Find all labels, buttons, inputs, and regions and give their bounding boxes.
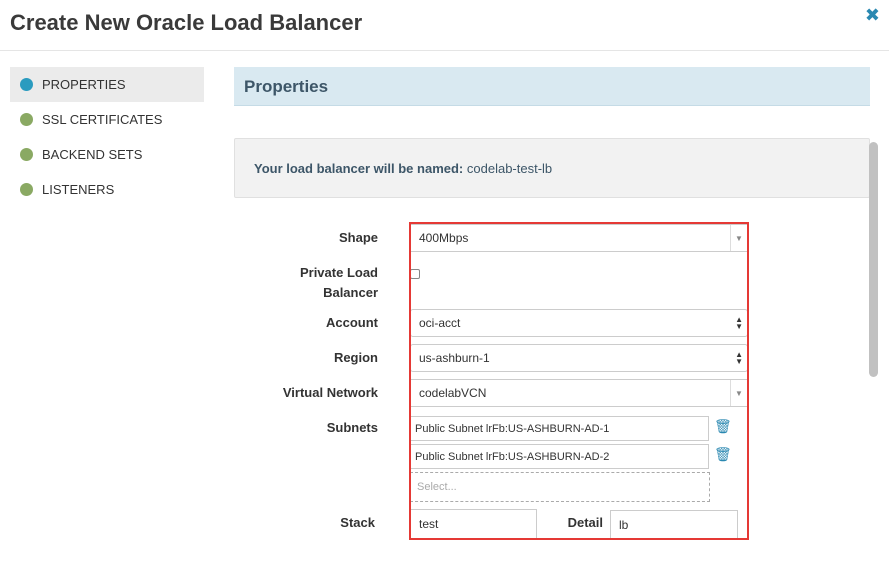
virtual-network-select[interactable]: codelabVCN ▼ [410,379,748,407]
detail-label: Detail [567,515,603,530]
updown-arrows-icon: ▲ ▼ [735,350,743,366]
nav-item-label: SSL CERTIFICATES [42,112,163,127]
private-lb-label-line2: Balancer [323,285,378,300]
load-balancer-name-info: Your load balancer will be named: codela… [234,138,870,198]
status-dot-icon [20,183,33,196]
close-icon[interactable]: ✖ [865,5,880,26]
nav-item-label: LISTENERS [42,182,115,197]
updown-arrows-icon: ▲ ▼ [735,315,743,331]
virtual-network-label: Virtual Network [282,385,378,400]
region-label: Region [333,350,378,365]
nav-item-label: BACKEND SETS [42,147,143,162]
nav-item-properties[interactable]: PROPERTIES [10,67,204,102]
nav-item-backend-sets[interactable]: BACKEND SETS [10,137,204,172]
panel-header: Properties [234,67,870,106]
region-select[interactable]: us-ashburn-1 ▲ ▼ [410,344,748,372]
info-value: codelab-test-lb [466,161,553,176]
account-label: Account [326,315,378,330]
nav-item-ssl-certificates[interactable]: SSL CERTIFICATES [10,102,204,137]
shape-select[interactable]: 400Mbps ▼ [410,224,748,252]
subnets-label: Subnets [326,420,378,435]
status-dot-icon [20,148,33,161]
scrollbar-thumb[interactable] [869,142,878,377]
account-select[interactable]: oci-acct ▲ ▼ [410,309,748,337]
virtual-network-value: codelabVCN [419,386,487,400]
info-text: Your load balancer will be named: codela… [254,161,552,176]
modal-header: Create New Oracle Load Balancer ✖ [0,0,889,51]
nav-item-listeners[interactable]: LISTENERS [10,172,204,207]
nav-item-label: PROPERTIES [42,77,126,92]
info-label: Your load balancer will be named: [254,161,464,176]
stack-label: Stack [340,515,375,530]
caret-down-icon: ▼ [730,225,747,251]
shape-value: 400Mbps [419,231,469,245]
wizard-nav: PROPERTIES SSL CERTIFICATES BACKEND SETS… [10,67,204,207]
private-lb-checkbox[interactable] [410,269,420,279]
panel-title: Properties [244,77,329,96]
shape-label: Shape [338,230,378,245]
subnet-tag[interactable]: Public Subnet lrFb:US-ASHBURN-AD-1 [410,416,709,441]
private-lb-label-line1: Private Load [299,265,378,280]
status-dot-icon [20,78,33,91]
modal-title: Create New Oracle Load Balancer [10,10,363,35]
subnet-tag[interactable]: Public Subnet lrFb:US-ASHBURN-AD-2 [410,444,709,469]
subnets-select-input[interactable]: Select... [410,472,710,502]
trash-icon[interactable]: 🗑 [714,418,732,435]
region-value: us-ashburn-1 [419,351,490,365]
caret-down-icon: ▼ [730,380,747,406]
trash-icon[interactable]: 🗑 [714,446,732,463]
detail-input[interactable]: lb [610,510,738,540]
status-dot-icon [20,113,33,126]
account-value: oci-acct [419,316,461,330]
